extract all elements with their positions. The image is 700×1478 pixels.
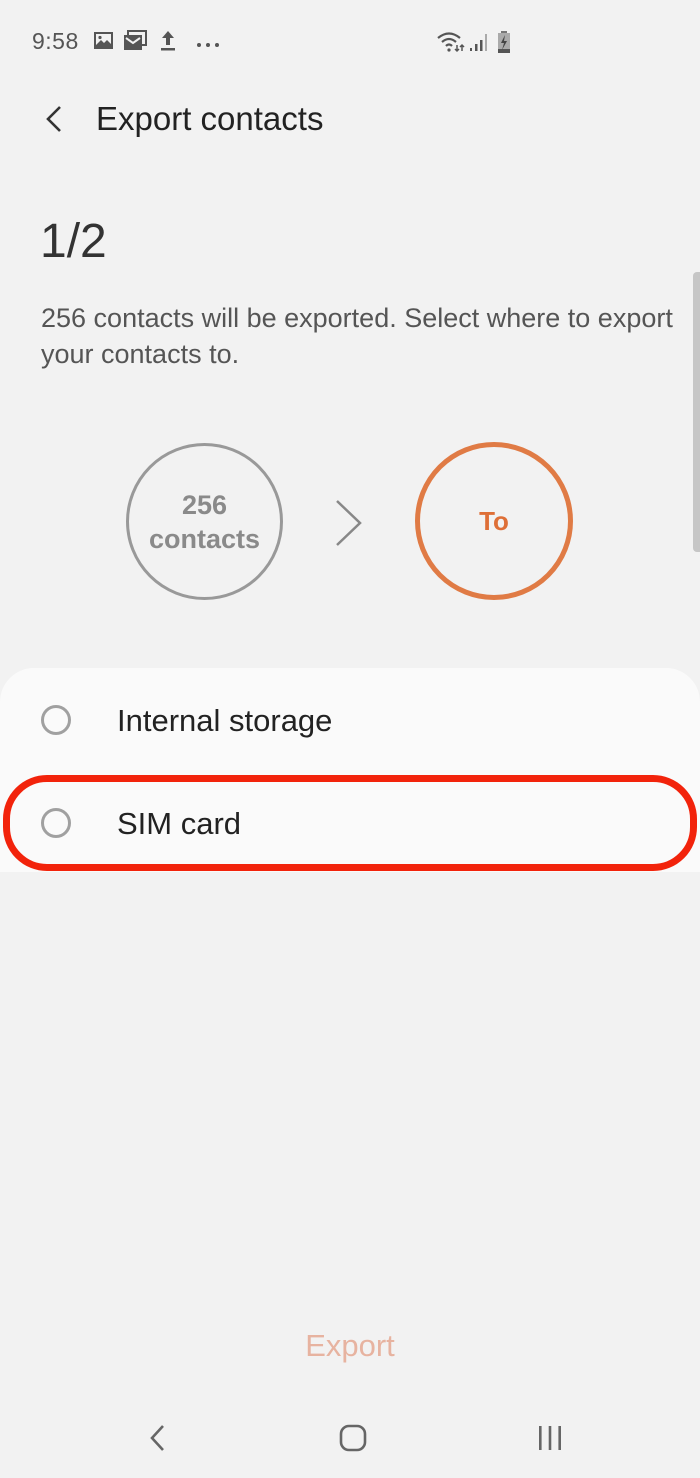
more-notifications-icon [196, 36, 220, 54]
destination-circle: To [415, 442, 573, 600]
sim-card-highlight-annotation [3, 775, 697, 871]
page-title: Export contacts [96, 100, 324, 137]
upload-notification-icon [159, 30, 177, 57]
nav-back-icon [150, 1425, 164, 1451]
back-button[interactable] [34, 100, 74, 140]
scrollbar[interactable] [693, 272, 700, 552]
status-bar: 9:58 [0, 0, 700, 86]
chevron-right-icon [333, 498, 365, 553]
export-flow: 256 contacts To [0, 440, 700, 604]
email-notification-icon [123, 30, 147, 56]
nav-home-icon [339, 1424, 367, 1452]
option-label: Internal storage [117, 703, 333, 738]
destination-label: To [479, 505, 509, 536]
source-contacts-circle: 256 contacts [126, 443, 283, 600]
signal-icon [469, 31, 489, 58]
nav-back-button[interactable] [134, 1418, 182, 1458]
navigation-bar [0, 1400, 700, 1478]
source-count: 256 [181, 489, 228, 520]
nav-home-button[interactable] [329, 1418, 377, 1458]
source-label: contacts [148, 523, 261, 554]
battery-charging-icon [496, 30, 512, 59]
export-button[interactable]: Export [0, 1328, 700, 1364]
gallery-notification-icon [93, 30, 114, 56]
option-internal-storage[interactable]: Internal storage [0, 668, 700, 770]
step-indicator: 1/2 [40, 215, 107, 268]
wifi-icon [436, 31, 466, 58]
nav-recents-icon [539, 1426, 561, 1450]
chevron-left-icon [46, 106, 61, 132]
nav-recents-button[interactable] [526, 1418, 574, 1458]
description-text: 256 contacts will be exported. Select wh… [41, 303, 673, 369]
app-bar: Export contacts [0, 86, 700, 156]
radio-internal-storage[interactable] [41, 705, 71, 735]
status-time: 9:58 [32, 28, 79, 54]
